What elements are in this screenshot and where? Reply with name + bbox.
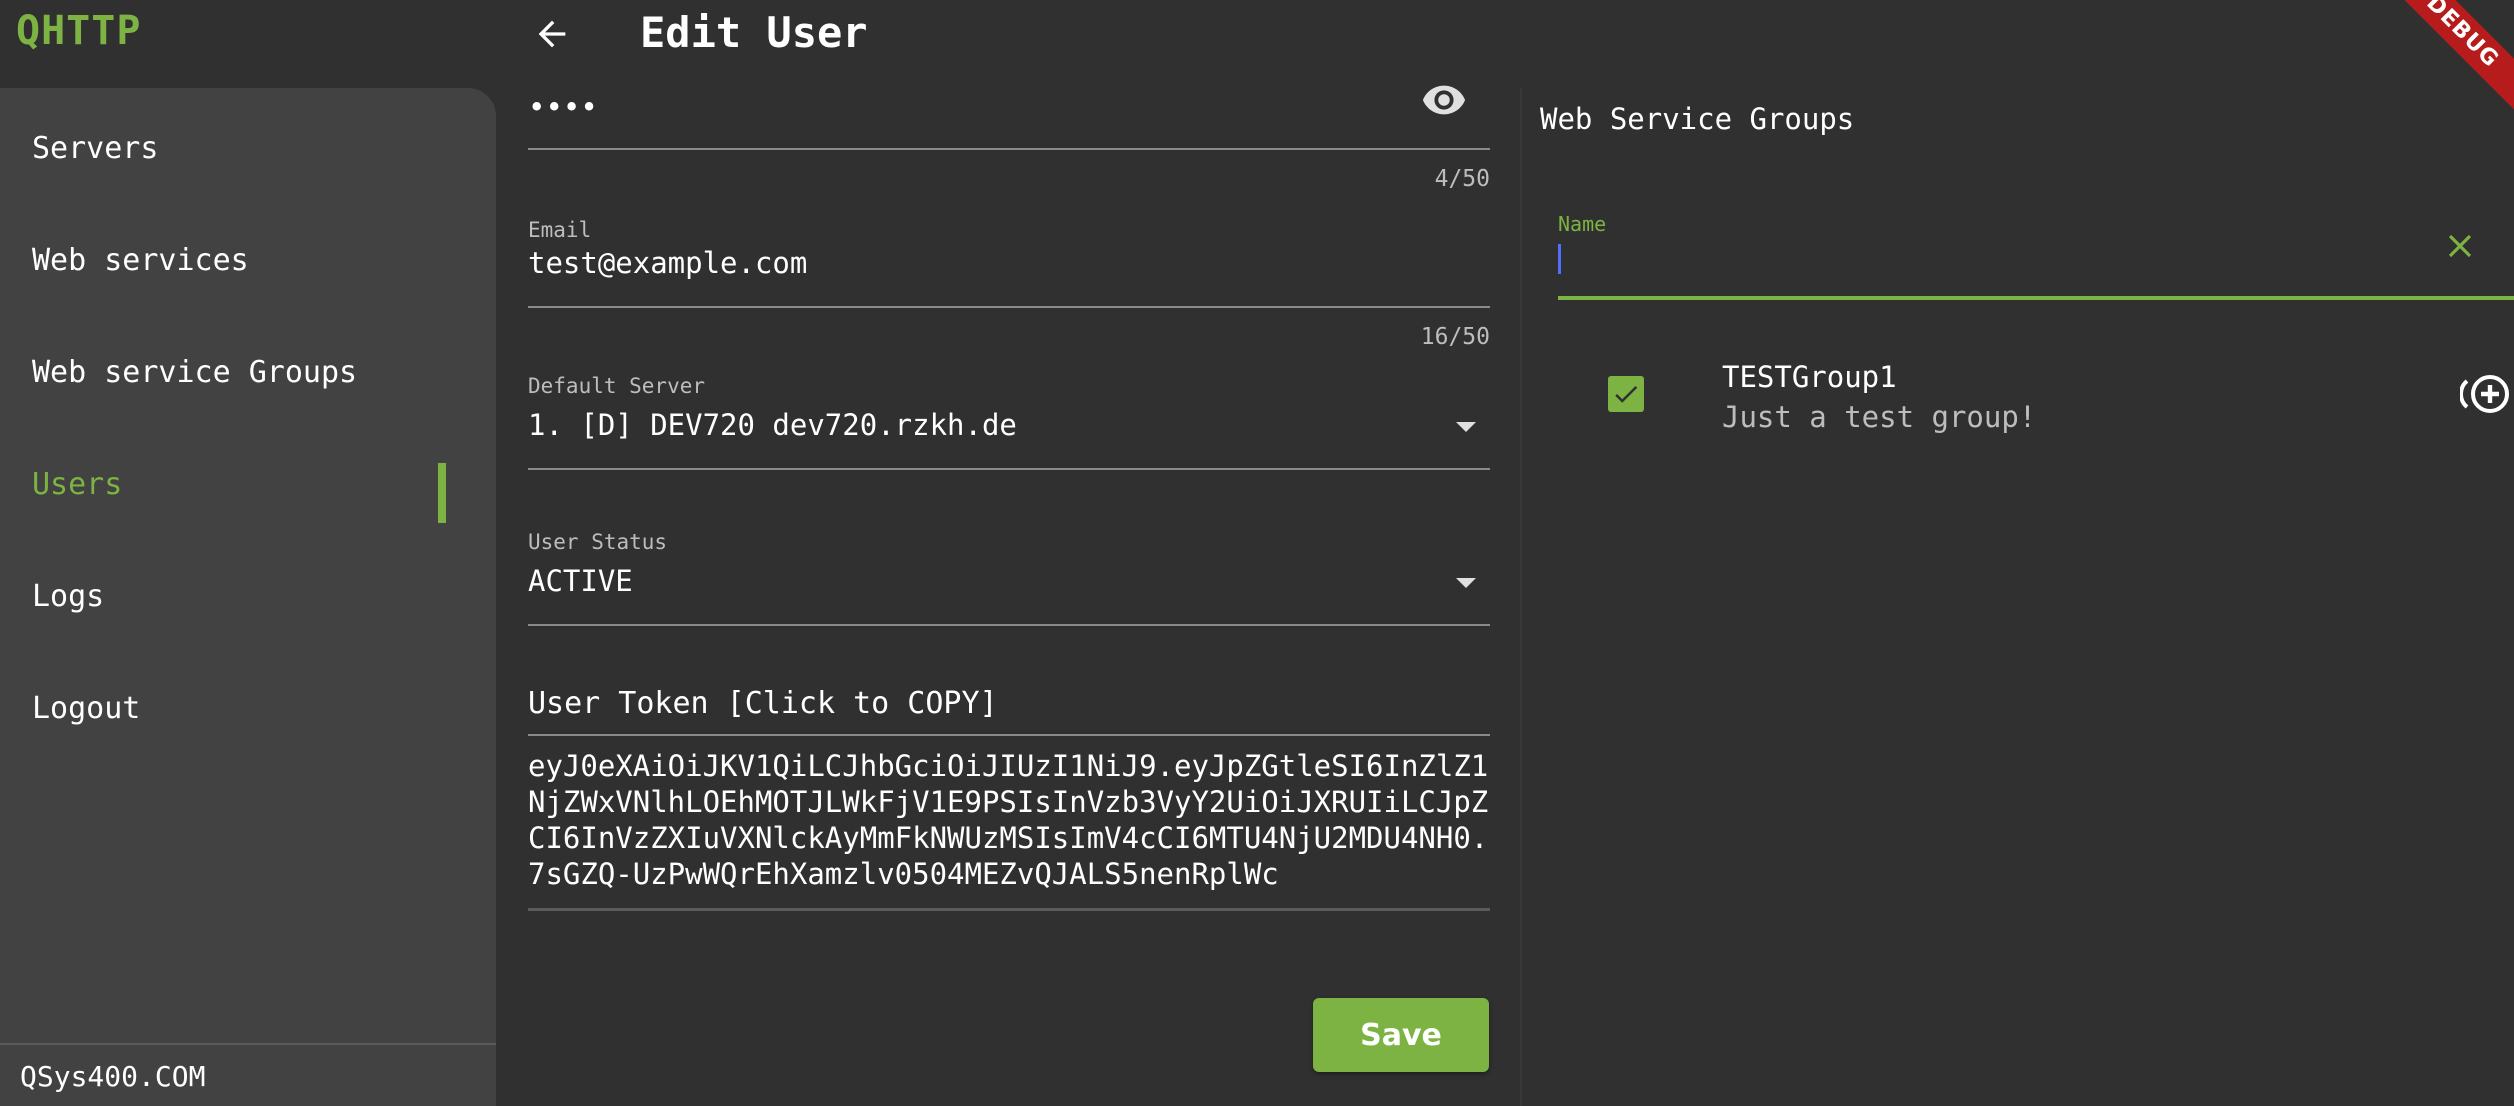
name-filter-underline [1558,296,2514,300]
user-token-value[interactable]: eyJ0eXAiOiJKV1QiLCJhbGciOiJIUzI1NiJ9.eyJ… [528,748,1490,892]
name-filter-label: Name [1558,212,1607,236]
sidebar-item-web-services[interactable]: Web services [0,218,496,302]
check-icon [1615,385,1638,403]
default-server-value: 1. [D] DEV720 dev720.rzkh.de [528,408,1017,442]
sidebar: Servers Web services Web service Groups … [0,88,496,1106]
user-token-copy-button[interactable]: User Token [Click to COPY] [528,686,998,721]
list-item[interactable]: TESTGroup1 Just a test group! [1558,360,2514,460]
sidebar-item-label: Users [32,466,123,502]
user-status-value: ACTIVE [528,564,633,598]
password-value: •••• [528,90,598,124]
back-button[interactable] [520,2,584,66]
eye-icon [1422,85,1466,115]
password-counter: 4/50 [1434,166,1490,192]
top-bar: QHTTP Edit User DEBUG [0,0,2514,123]
active-indicator [438,463,446,523]
sidebar-item-logs[interactable]: Logs [0,554,496,638]
user-status-underline [528,624,1490,626]
user-status-select[interactable]: User Status ACTIVE [528,530,1490,624]
sidebar-item-label: Web services [32,242,249,278]
email-underline [528,306,1490,308]
save-button[interactable]: Save [1313,998,1489,1072]
sidebar-item-web-service-groups[interactable]: Web service Groups [0,330,496,414]
password-field[interactable]: •••• [528,85,1490,150]
token-underline [528,908,1490,911]
sidebar-item-logout[interactable]: Logout [0,666,496,750]
email-value: test@example.com [528,246,808,280]
add-circle-button[interactable] [2458,366,2514,422]
caret-down-icon [1456,578,1476,588]
web-service-groups-panel: Web Service Groups Name TESTGroup1 Just … [1522,88,2514,1106]
default-server-underline [528,468,1490,470]
email-field[interactable]: Email test@example.com [528,218,1490,308]
close-icon [2448,234,2472,258]
group-description: Just a test group! [1722,400,2037,434]
email-counter: 16/50 [1420,324,1490,350]
clear-filter-button[interactable] [2432,218,2488,274]
group-name: TESTGroup1 [1722,360,1897,394]
app-root: QHTTP Edit User DEBUG Servers Web servic… [0,0,2514,1106]
caret-down-icon [1456,422,1476,432]
sidebar-item-label: Logout [32,690,141,726]
app-brand: QHTTP [16,8,142,54]
edit-user-form: •••• 4/50 Email test@example.com 16/50 D… [528,85,1490,1106]
add-circle-icon [2460,375,2509,413]
sidebar-divider [0,1043,496,1045]
group-checkbox[interactable] [1608,376,1644,412]
email-label: Email [528,218,592,242]
page-title: Edit User [640,8,868,57]
default-server-label: Default Server [528,374,706,398]
groups-panel-title: Web Service Groups [1540,102,1855,136]
name-filter-input[interactable] [1558,236,2458,286]
password-underline [528,148,1490,150]
sidebar-item-label: Logs [32,578,105,614]
sidebar-item-users[interactable]: Users [0,442,496,526]
token-divider [528,734,1490,736]
sidebar-item-label: Web service Groups [32,354,358,390]
sidebar-item-label: Servers [32,130,159,166]
toggle-password-visibility-button[interactable] [1416,76,1472,124]
sidebar-item-servers[interactable]: Servers [0,106,496,190]
arrow-left-icon [538,20,566,48]
sidebar-footer: QSys400.COM [20,1060,206,1093]
text-caret [1558,244,1561,274]
user-status-label: User Status [528,530,668,554]
default-server-select[interactable]: Default Server 1. [D] DEV720 dev720.rzkh… [528,374,1490,468]
